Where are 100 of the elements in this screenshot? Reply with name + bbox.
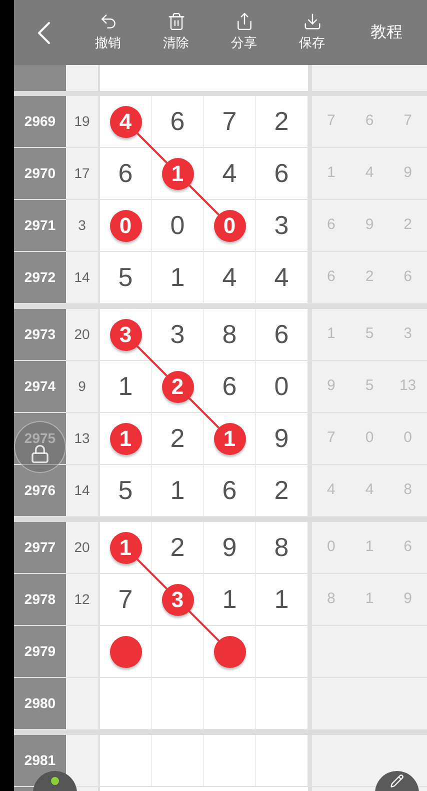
issue-cell: 2969 xyxy=(14,96,66,147)
toolbar-button[interactable]: 清除 xyxy=(142,0,210,65)
number-text: 2 xyxy=(170,422,185,455)
grid-cell[interactable]: 0 xyxy=(256,361,308,412)
grid-cell[interactable]: 2 xyxy=(152,361,204,412)
grid-cell[interactable] xyxy=(204,735,256,786)
grid-cell[interactable] xyxy=(100,626,152,677)
grid-cell[interactable]: 1 xyxy=(256,574,308,625)
number-text: 7 xyxy=(222,105,237,138)
number-text: 5 xyxy=(118,261,133,294)
marked-number[interactable] xyxy=(214,636,246,668)
grid-cell[interactable]: 6 xyxy=(256,309,308,360)
number-text: 2 xyxy=(170,531,185,564)
grid-cell[interactable] xyxy=(204,626,256,677)
marked-number[interactable] xyxy=(110,636,142,668)
grid-cell[interactable] xyxy=(152,735,204,786)
number-text: 6 xyxy=(170,105,185,138)
grid-cell[interactable]: 2 xyxy=(256,96,308,147)
toolbar-button[interactable]: 保存 xyxy=(278,0,346,65)
sum-cell xyxy=(66,65,98,91)
grid-cell[interactable]: 1 xyxy=(152,465,204,516)
grid-cell[interactable]: 2 xyxy=(256,465,308,516)
grid-cell[interactable] xyxy=(100,678,152,729)
grid-cell[interactable]: 4 xyxy=(204,252,256,303)
grid-cell[interactable]: 0 xyxy=(100,200,152,251)
lock-button[interactable] xyxy=(14,421,66,473)
grid-cell[interactable]: 7 xyxy=(204,96,256,147)
number-text: 3 xyxy=(274,209,289,242)
grid-cell[interactable]: 3 xyxy=(152,574,204,625)
grid-cell[interactable]: 9 xyxy=(256,413,308,464)
marked-number[interactable]: 1 xyxy=(214,422,246,454)
number-text: 6 xyxy=(222,474,237,507)
marked-number[interactable]: 1 xyxy=(110,422,142,454)
number-text: 5 xyxy=(118,474,133,507)
grid-cell[interactable]: 1 xyxy=(204,413,256,464)
marked-number[interactable]: 4 xyxy=(110,106,142,138)
sum-cell: 14 xyxy=(66,465,98,516)
marked-number[interactable]: 3 xyxy=(110,318,142,350)
grid-cell[interactable]: 1 xyxy=(100,361,152,412)
share-icon xyxy=(234,12,254,32)
grid-cell[interactable]: 5 xyxy=(100,252,152,303)
grid-cell[interactable] xyxy=(152,678,204,729)
marked-number[interactable]: 2 xyxy=(162,370,194,402)
marked-number[interactable]: 1 xyxy=(162,158,194,190)
issue-cell: 2979 xyxy=(14,626,66,677)
sum-cell: 20 xyxy=(66,522,98,573)
grid-cell[interactable]: 2 xyxy=(152,522,204,573)
number-text: 9 xyxy=(222,531,237,564)
grid-cell[interactable]: 0 xyxy=(152,200,204,251)
sum-cell xyxy=(66,735,98,786)
grid-cell[interactable]: 6 xyxy=(256,148,308,199)
grid-cell[interactable] xyxy=(256,735,308,786)
grid-cell[interactable] xyxy=(100,735,152,786)
grid-cell[interactable]: 6 xyxy=(204,361,256,412)
grid-cell[interactable]: 9 xyxy=(204,522,256,573)
grid-cell[interactable]: 3 xyxy=(256,200,308,251)
grid-cell[interactable]: 3 xyxy=(100,309,152,360)
number-text: 3 xyxy=(170,318,185,351)
issue-cell: 2977 xyxy=(14,522,66,573)
grid-cell[interactable]: 8 xyxy=(204,309,256,360)
number-text: 2 xyxy=(274,105,289,138)
grid-cell[interactable]: 2 xyxy=(152,413,204,464)
marked-number[interactable]: 0 xyxy=(110,210,142,242)
number-text: 4 xyxy=(222,261,237,294)
marked-number[interactable]: 3 xyxy=(162,584,194,616)
number-text: 6 xyxy=(274,318,289,351)
sum-cell: 13 xyxy=(66,413,98,464)
grid-cell[interactable]: 1 xyxy=(204,574,256,625)
marked-number[interactable]: 1 xyxy=(110,532,142,564)
grid-cell[interactable]: 8 xyxy=(256,522,308,573)
marked-number[interactable]: 0 xyxy=(214,210,246,242)
number-text: 1 xyxy=(222,583,237,616)
trend-line xyxy=(136,132,168,164)
grid-cell[interactable]: 1 xyxy=(152,148,204,199)
grid-cell[interactable]: 1 xyxy=(100,522,152,573)
grid-cell[interactable]: 4 xyxy=(204,148,256,199)
number-text: 1 xyxy=(170,261,185,294)
issue-cell: 2978 xyxy=(14,574,66,625)
grid-cell[interactable] xyxy=(152,626,204,677)
grid-cell[interactable]: 6 xyxy=(204,465,256,516)
grid-cell[interactable]: 7 xyxy=(100,574,152,625)
toolbar-button[interactable]: 撤销 xyxy=(74,0,142,65)
grid-cell[interactable]: 6 xyxy=(100,148,152,199)
grid-cell[interactable] xyxy=(256,626,308,677)
grid-cell[interactable]: 5 xyxy=(100,465,152,516)
grid-cell[interactable] xyxy=(204,678,256,729)
grid-cell[interactable]: 4 xyxy=(256,252,308,303)
issue-cell: 2971 xyxy=(14,200,66,251)
tutorial-button[interactable]: 教程 xyxy=(346,0,427,65)
toolbar-button[interactable]: 分享 xyxy=(210,0,278,65)
grid-cell[interactable]: 1 xyxy=(152,252,204,303)
grid-cell[interactable]: 0 xyxy=(204,200,256,251)
grid-cell[interactable]: 3 xyxy=(152,309,204,360)
trend-line xyxy=(188,398,220,428)
grid-cell[interactable]: 4 xyxy=(100,96,152,147)
grid-cell[interactable]: 1 xyxy=(100,413,152,464)
number-text: 0 xyxy=(274,370,289,403)
number-text: 7 xyxy=(118,583,133,616)
grid-cell[interactable] xyxy=(256,678,308,729)
grid-cell[interactable]: 6 xyxy=(152,96,204,147)
